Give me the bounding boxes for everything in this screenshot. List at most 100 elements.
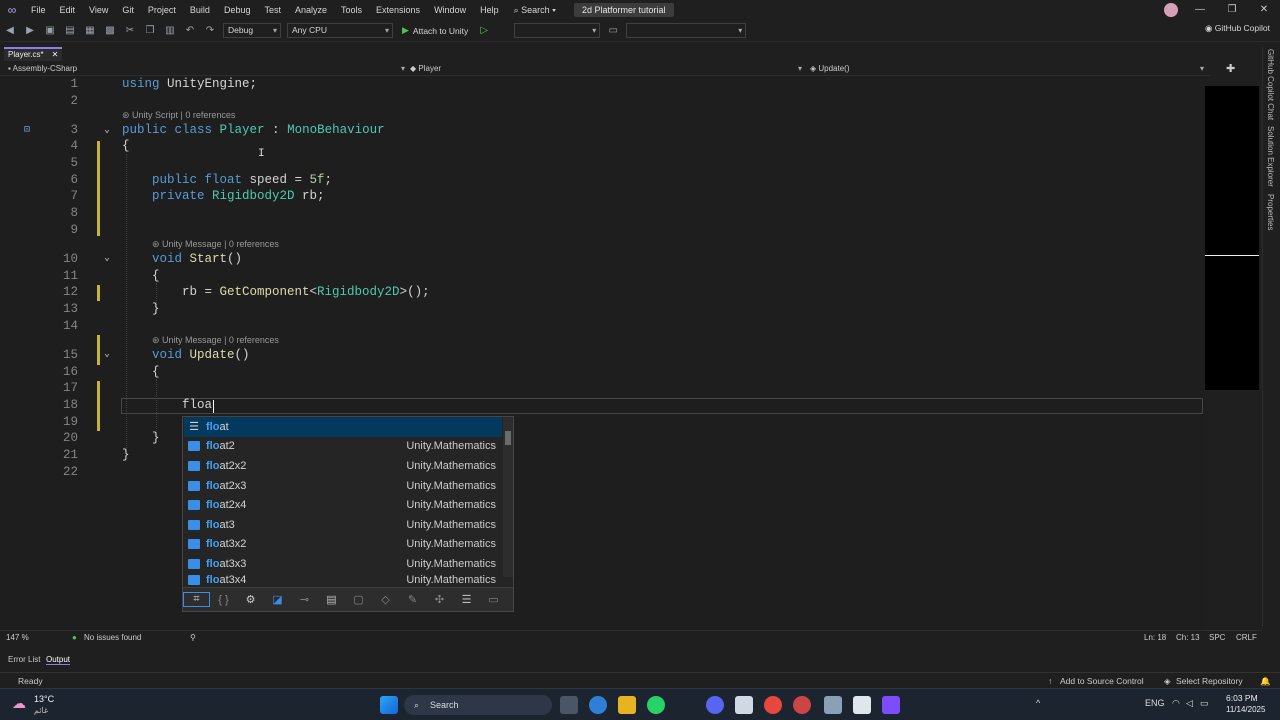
weather-icon[interactable]: ☁ [12,695,26,712]
maximize-icon[interactable]: ❐ [1216,0,1248,20]
menu-test[interactable]: Test [257,0,288,20]
settings-icon[interactable] [824,696,842,714]
avatar[interactable] [1164,3,1178,17]
redo-icon[interactable]: ↷ [202,23,218,39]
column-position[interactable]: Ch: 13 [1176,633,1200,642]
menu-edit[interactable]: Edit [53,0,83,20]
interface-filter-icon[interactable]: ⊸ [291,593,318,606]
language-indicator[interactable]: ENG [1145,698,1165,708]
completion-scrollbar[interactable] [503,417,513,577]
debug-target-select[interactable] [514,23,601,38]
fold-chevron-icon[interactable]: ⌄ [104,348,110,360]
select-repository[interactable]: Select Repository [1176,676,1243,686]
menu-tools[interactable]: Tools [334,0,369,20]
zoom-level[interactable]: 147 % [6,633,29,642]
menu-file[interactable]: File [24,0,53,20]
completion-item[interactable]: float3x3 Unity.Mathematics [184,554,502,574]
minimap[interactable] [1205,86,1259,390]
solution-explorer-tab[interactable]: Solution Explorer [1266,126,1275,187]
issues-status[interactable]: No issues found [84,633,141,642]
paste-icon[interactable]: ▥ [162,23,178,39]
target-select[interactable] [626,23,747,38]
volume-icon[interactable]: ◁ [1186,698,1193,709]
discord-icon[interactable] [706,696,724,714]
code-editor[interactable]: 1 2 3 4 5 6 7 8 9 10 11 12 13 14 15 16 1… [0,77,1205,630]
method-filter-icon[interactable]: ◇ [372,593,399,606]
completion-item[interactable]: float2x2 Unity.Mathematics [184,456,502,476]
chrome-icon[interactable] [764,696,782,714]
property-filter-icon[interactable]: ✎ [399,593,426,606]
unity-hub-icon[interactable] [735,696,753,714]
fold-chevron-icon[interactable]: ⌄ [104,252,110,264]
unity-script-indicator-icon[interactable]: ⊡ [24,124,30,136]
delegate-filter-icon[interactable]: ▢ [345,593,372,606]
menu-analyze[interactable]: Analyze [288,0,334,20]
copilot-chat-tab[interactable]: GitHub Copilot Chat [1266,49,1275,120]
whatsapp-icon[interactable] [647,696,665,714]
menu-view[interactable]: View [82,0,115,20]
fold-chevron-icon[interactable]: ⌄ [104,124,110,136]
attach-to-unity-button[interactable]: ▶ Attach to Unity [402,25,468,36]
open-icon[interactable]: ▤ [62,23,78,39]
new-item-icon[interactable]: ▣ [42,23,58,39]
search-menu[interactable]: ⌕ Search ▾ [506,5,564,16]
add-to-source-control[interactable]: Add to Source Control [1060,676,1144,686]
codelens-class[interactable]: ⊛ Unity Script | 0 references [122,110,235,121]
expand-filter-icon[interactable]: ⌗ [183,592,210,607]
app-icon[interactable] [793,696,811,714]
forward-icon[interactable]: ▶ [22,23,38,39]
menu-help[interactable]: Help [473,0,506,20]
clock-time[interactable]: 6:03 PM [1226,693,1258,703]
completion-item[interactable]: float2 Unity.Mathematics [184,437,502,457]
taskbar-search[interactable]: ⌕ Search [404,695,552,715]
completion-item[interactable]: float3 Unity.Mathematics [184,515,502,535]
line-position[interactable]: Ln: 18 [1144,633,1166,642]
menu-window[interactable]: Window [427,0,473,20]
class-filter-icon[interactable]: ⚙ [237,593,264,606]
menu-debug[interactable]: Debug [217,0,258,20]
task-view-icon[interactable] [560,696,578,714]
codelens-update[interactable]: ⊛ Unity Message | 0 references [152,335,279,346]
menu-build[interactable]: Build [183,0,217,20]
github-copilot-button[interactable]: ◉ GitHub Copilot [1205,23,1270,34]
copy-icon[interactable]: ❐ [142,23,158,39]
cut-icon[interactable]: ✂ [122,23,138,39]
clock-date[interactable]: 11/14/2025 [1226,705,1265,714]
member-dropdown[interactable]: ◈ Update() [810,62,1204,76]
completion-item[interactable]: float3x4 Unity.Mathematics [184,574,502,586]
properties-tab[interactable]: Properties [1266,194,1275,230]
intellisense-completion-list[interactable]: ☰ float float2 Unity.Mathematics float2x2 U… [182,416,514,612]
tray-chevron-icon[interactable]: ^ [1036,698,1040,708]
scroll-thumb[interactable] [505,431,511,445]
platform-select[interactable]: Any CPU [287,23,393,38]
tab-output[interactable]: Output [46,655,71,665]
edge-icon[interactable] [589,696,607,714]
start-without-debug-icon[interactable]: ▷ [476,23,492,39]
tab-error-list[interactable]: Error List [8,655,40,664]
snippet-filter-icon[interactable]: ▭ [480,593,507,606]
codelens-start[interactable]: ⊛ Unity Message | 0 references [152,239,279,250]
back-icon[interactable]: ◀ [2,23,18,39]
class-dropdown[interactable]: ◆ Player [410,62,802,76]
event-filter-icon[interactable]: ✣ [426,593,453,606]
split-add-icon[interactable]: ✚ [1226,62,1235,75]
code-cleanup-icon[interactable]: ⚲ [190,633,196,642]
close-tab-icon[interactable]: ✕ [52,49,59,61]
struct-filter-icon[interactable]: ◪ [264,593,291,606]
notifications-icon[interactable]: 🔔 [1260,676,1271,687]
minimize-icon[interactable]: — [1184,0,1216,20]
visual-studio-icon[interactable] [882,696,900,714]
configuration-select[interactable]: Debug [223,23,281,38]
file-explorer-icon[interactable] [618,696,636,714]
completion-item[interactable]: float2x3 Unity.Mathematics [184,476,502,496]
completion-item[interactable]: float2x4 Unity.Mathematics [184,495,502,515]
close-icon[interactable]: ✕ [1248,0,1280,20]
line-ending[interactable]: CRLF [1236,633,1257,642]
keyword-filter-icon[interactable]: ☰ [453,593,480,606]
tab-player-cs[interactable]: Player.cs* ✕ [4,47,63,61]
menu-project[interactable]: Project [141,0,183,20]
project-dropdown[interactable]: ▪ Assembly-CSharp [8,62,405,76]
toolbox-icon[interactable]: ▭ [605,23,621,39]
save-icon[interactable]: ▦ [82,23,98,39]
namespace-filter-icon[interactable]: { } [210,594,237,606]
